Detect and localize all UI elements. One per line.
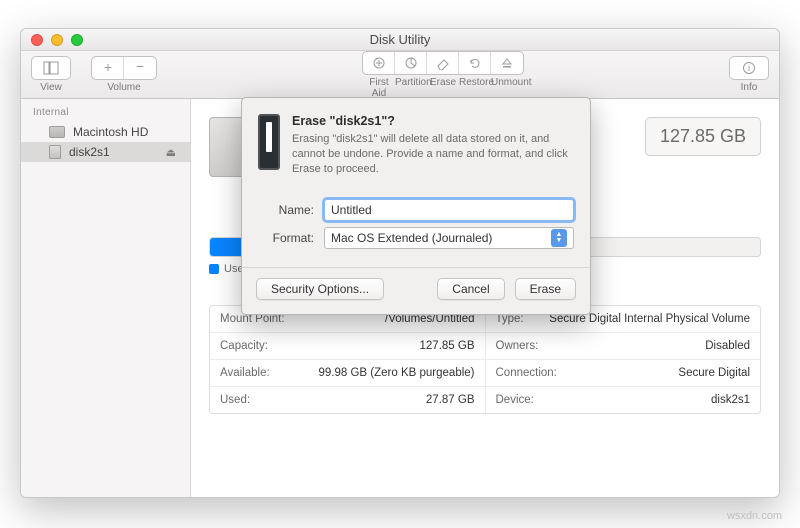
restore-button[interactable]: [459, 52, 491, 74]
info-label: Info: [741, 82, 758, 93]
titlebar: Disk Utility: [21, 29, 779, 51]
info-button[interactable]: i: [729, 56, 769, 80]
erase-label: Erase: [427, 77, 459, 99]
unmount-button[interactable]: [491, 52, 523, 74]
partition-label: Partition: [395, 77, 427, 99]
svg-text:−: −: [136, 61, 144, 74]
format-value: Mac OS Extended (Journaled): [331, 231, 492, 245]
eject-icon[interactable]: ⏏: [166, 146, 176, 159]
table-row: Available:99.98 GB (Zero KB purgeable) C…: [210, 360, 760, 387]
table-row: Capacity:127.85 GB Owners:Disabled: [210, 333, 760, 360]
restore-label: Restore: [459, 77, 491, 99]
sidebar-item-label: disk2s1: [69, 145, 110, 159]
toolbar: View + − Volume First Aid Pa: [21, 51, 779, 99]
unmount-label: Unmount: [491, 77, 523, 99]
select-arrows-icon: ▲▼: [551, 229, 567, 247]
security-options-button[interactable]: Security Options...: [256, 278, 384, 300]
erase-dialog: Erase "disk2s1"? Erasing "disk2s1" will …: [241, 97, 591, 315]
volume-remove-button[interactable]: −: [124, 57, 156, 79]
volume-add-button[interactable]: +: [92, 57, 124, 79]
sidebar-section-internal: Internal: [21, 103, 190, 122]
name-input[interactable]: [324, 199, 574, 221]
hard-disk-icon: [49, 126, 65, 138]
disk-utility-window: Disk Utility View + − Volume: [20, 28, 780, 498]
sidebar: Internal Macintosh HD disk2s1 ⏏: [21, 99, 191, 497]
first-aid-icon: [371, 56, 387, 70]
svg-text:+: +: [103, 61, 111, 75]
info-table: Mount Point:/Volumes/Untitled Type:Secur…: [209, 305, 761, 414]
view-label: View: [40, 82, 62, 93]
view-button[interactable]: [31, 56, 71, 80]
unmount-icon: [499, 56, 515, 70]
dialog-title: Erase "disk2s1"?: [292, 114, 574, 128]
first-aid-label: First Aid: [363, 77, 395, 99]
sd-card-large-icon: [258, 114, 280, 170]
cancel-button[interactable]: Cancel: [437, 278, 504, 300]
watermark: wsxdn.com: [727, 510, 782, 522]
window-title: Disk Utility: [21, 32, 779, 47]
size-badge: 127.85 GB: [645, 117, 761, 156]
info-icon: i: [742, 61, 756, 75]
svg-text:i: i: [748, 63, 750, 73]
used-swatch: [209, 264, 219, 274]
format-select[interactable]: Mac OS Extended (Journaled) ▲▼: [324, 227, 574, 249]
format-label: Format:: [258, 231, 314, 245]
partition-button[interactable]: [395, 52, 427, 74]
first-aid-button[interactable]: [363, 52, 395, 74]
sidebar-item-macintosh-hd[interactable]: Macintosh HD: [21, 122, 190, 142]
sd-card-icon: [49, 145, 61, 159]
name-label: Name:: [258, 203, 314, 217]
erase-button[interactable]: [427, 52, 459, 74]
restore-icon: [467, 56, 483, 70]
erase-confirm-button[interactable]: Erase: [515, 278, 576, 300]
partition-icon: [403, 56, 419, 70]
sidebar-item-label: Macintosh HD: [73, 125, 148, 139]
erase-icon: [435, 56, 451, 70]
volume-segmented: + −: [91, 56, 157, 80]
sidebar-item-disk2s1[interactable]: disk2s1 ⏏: [21, 142, 190, 162]
dialog-description: Erasing "disk2s1" will delete all data s…: [292, 132, 574, 177]
table-row: Used:27.87 GB Device:disk2s1: [210, 387, 760, 413]
volume-label: Volume: [107, 82, 140, 93]
